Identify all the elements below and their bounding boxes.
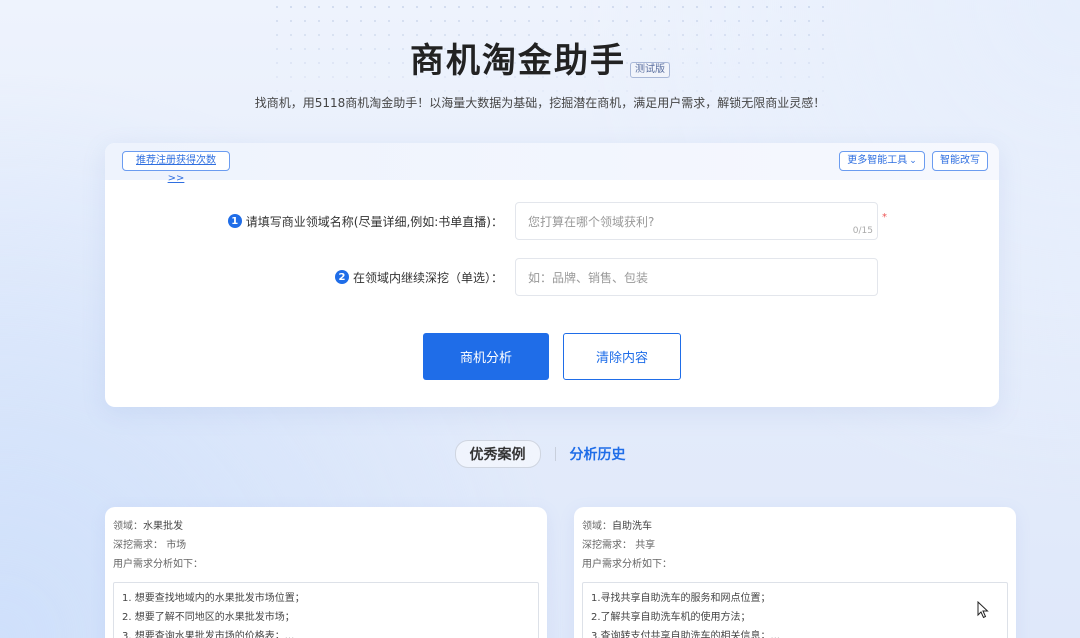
list-item: 2. 想要了解不同地区的水果批发市场； [122,612,295,623]
case-dig-value: 共享 [635,540,656,551]
dig-field-row: 2 在领域内继续深挖（单选）： 如：品牌、销售、包装 [105,258,999,296]
page-subtitle: 找商机，用5118商机淘金助手！以海量大数据为基础，挖掘潜在商机，满足用户需求，… [254,96,826,110]
clear-button[interactable]: 清除内容 [563,333,681,380]
required-mark: * [882,212,887,223]
analyze-button[interactable]: 商机分析 [423,333,549,380]
more-tools-button[interactable]: 更多智能工具 ⌄ [839,151,925,171]
domain-input-placeholder: 您打算在哪个领域获利? [528,214,655,229]
case-analysis-label: 用户需求分析如下： [113,559,203,570]
more-tools-label: 更多智能工具 [847,155,908,166]
promo-register-link[interactable]: 推荐注册获得次数>> [122,151,230,184]
step-number-2: 2 [334,270,349,284]
tab-analysis-history[interactable]: 分析历史 [570,444,626,464]
case-analysis-label: 用户需求分析如下： [582,559,672,570]
case-domain: 领域：自助洗车 [582,517,1008,536]
dig-field-label: 2 在领域内继续深挖（单选）： [334,258,503,296]
list-item: 1. 想要查找地域内的水果批发市场位置； [122,593,305,604]
char-counter: 0/15 [852,226,873,236]
analysis-form-panel: 推荐注册获得次数>> 更多智能工具 ⌄ 智能改写 1 请填写商业领域名称(尽量详细… [105,143,999,407]
case-card[interactable]: 领域：自助洗车 深挖需求： 共享 用户需求分析如下： 1.寻找共享自助洗车的服务… [574,507,1016,638]
list-item: 3.查询转支付共享自助洗车的相关信息；... [591,631,781,638]
beta-badge: 测试版 [630,62,670,78]
tab-divider [554,447,556,461]
case-dig-label: 深挖需求： [113,540,163,551]
case-analysis-list: 1.寻找共享自助洗车的服务和网点位置； 2.了解共享自助洗车机的使用方法； 3.… [582,582,1008,638]
case-domain-label: 领域： [113,521,143,532]
case-domain: 领域：水果批发 [113,517,539,536]
list-item: 1.寻找共享自助洗车的服务和网点位置； [591,593,771,604]
case-dig: 深挖需求： 共享 [582,536,1008,555]
case-dig-label: 深挖需求： [582,540,632,551]
case-domain-value: 自助洗车 [612,521,652,532]
case-tabs: 优秀案例 分析历史 [0,440,1080,468]
chevron-down-icon: ⌄ [909,156,917,166]
title-row: 商机淘金助手 测试版 [0,38,1080,84]
case-card[interactable]: 领域：水果批发 深挖需求： 市场 用户需求分析如下： 1. 想要查找地域内的水果… [105,507,547,638]
step-number-1: 1 [227,214,242,228]
dig-label-text: 在领域内继续深挖（单选）： [352,270,503,285]
case-domain-label: 领域： [582,521,612,532]
tab-excellent-cases[interactable]: 优秀案例 [454,440,541,468]
list-item: 3. 想要查询水果批发市场的价格表；... [122,631,295,638]
domain-field-label: 1 请填写商业领域名称(尽量详细,例如:书单直播)： [227,202,503,240]
domain-field-row: 1 请填写商业领域名称(尽量详细,例如:书单直播)： 您打算在哪个领域获利? 0… [105,202,999,240]
case-analysis-list: 1. 想要查找地域内的水果批发市场位置； 2. 想要了解不同地区的水果批发市场；… [113,582,539,638]
page-title: 商机淘金助手 [410,41,626,81]
list-item: 2.了解共享自助洗车机的使用方法； [591,612,751,623]
page-header: 商机淘金助手 测试版 找商机，用5118商机淘金助手！以海量大数据为基础，挖掘潜… [0,38,1080,111]
case-domain-value: 水果批发 [143,521,183,532]
case-dig-value: 市场 [166,540,187,551]
dig-input-placeholder: 如：品牌、销售、包装 [528,270,649,285]
case-dig: 深挖需求： 市场 [113,536,539,555]
dig-input[interactable]: 如：品牌、销售、包装 [515,258,878,296]
domain-label-text: 请填写商业领域名称(尽量详细,例如:书单直播)： [245,214,503,229]
smart-rewrite-button[interactable]: 智能改写 [932,151,988,171]
mouse-cursor-icon [977,601,989,619]
domain-input[interactable]: 您打算在哪个领域获利? 0/15 [515,202,878,240]
